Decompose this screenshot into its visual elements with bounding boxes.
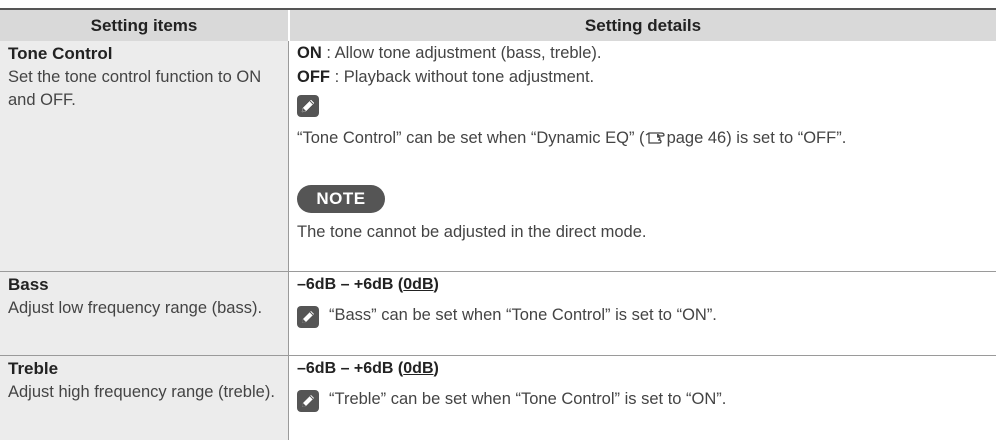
option-on-label: ON bbox=[297, 44, 322, 62]
setting-details-cell: ON : Allow tone adjustment (bass, treble… bbox=[289, 41, 996, 272]
hint-text: “Bass” can be set when “Tone Control” is… bbox=[329, 306, 717, 324]
setting-item-cell: Tone Control Set the tone control functi… bbox=[0, 41, 288, 272]
note-badge: NOTE bbox=[297, 185, 385, 213]
hint-text-before: “Tone Control” can be set when “Dynamic … bbox=[297, 129, 645, 147]
pencil-icon bbox=[297, 306, 319, 328]
hint-text-after: page 46) is set to “OFF”. bbox=[666, 129, 847, 147]
hint-text: “Treble” can be set when “Tone Control” … bbox=[329, 390, 727, 408]
setting-name: Tone Control bbox=[8, 44, 113, 63]
option-on-text: : Allow tone adjustment (bass, treble). bbox=[321, 44, 602, 62]
setting-range: –6dB – +6dB (0dB) bbox=[297, 276, 439, 294]
setting-details-cell: –6dB – +6dB (0dB) “Treble” can be set wh… bbox=[289, 356, 996, 440]
pencil-icon bbox=[297, 95, 319, 117]
setting-item-cell: Bass Adjust low frequency range (bass). bbox=[0, 272, 288, 356]
range-text: –6dB – +6dB ( bbox=[297, 360, 404, 377]
setting-description: Adjust high frequency range (treble). bbox=[8, 383, 275, 401]
setting-item-cell: Treble Adjust high frequency range (treb… bbox=[0, 356, 288, 440]
bass-hint: “Bass” can be set when “Tone Control” is… bbox=[297, 306, 987, 330]
note-text: The tone cannot be adjusted in the direc… bbox=[297, 223, 647, 241]
option-on: ON : Allow tone adjustment (bass, treble… bbox=[297, 44, 601, 63]
range-default: 0dB bbox=[403, 276, 434, 293]
setting-description: Set the tone control function to ON and … bbox=[8, 68, 262, 109]
setting-name: Bass bbox=[8, 275, 49, 294]
range-default: 0dB bbox=[403, 360, 434, 377]
setting-details-cell: –6dB – +6dB (0dB) “Bass” can be set when… bbox=[289, 272, 996, 356]
range-close: ) bbox=[433, 276, 439, 293]
treble-hint: “Treble” can be set when “Tone Control” … bbox=[297, 390, 987, 414]
header-setting-details: Setting details bbox=[584, 16, 702, 35]
setting-description: Adjust low frequency range (bass). bbox=[8, 299, 263, 317]
table-row-tone-control: Tone Control Set the tone control functi… bbox=[0, 41, 996, 272]
settings-table: Setting items Setting details Tone Contr… bbox=[0, 8, 996, 440]
tone-control-hint: “Tone Control” can be set when “Dynamic … bbox=[297, 127, 987, 150]
option-off-label: OFF bbox=[297, 68, 330, 86]
option-off: OFF : Playback without tone adjustment. bbox=[297, 68, 594, 87]
table-row-treble: Treble Adjust high frequency range (treb… bbox=[0, 356, 996, 440]
header-setting-items: Setting items bbox=[90, 16, 198, 35]
table-row-bass: Bass Adjust low frequency range (bass). … bbox=[0, 272, 996, 356]
setting-range: –6dB – +6dB (0dB) bbox=[297, 360, 439, 378]
range-text: –6dB – +6dB ( bbox=[297, 276, 404, 293]
pencil-icon bbox=[297, 390, 319, 412]
setting-name: Treble bbox=[8, 359, 59, 378]
option-off-text: : Playback without tone adjustment. bbox=[330, 68, 595, 86]
range-close: ) bbox=[433, 360, 439, 377]
pointing-hand-icon bbox=[645, 132, 665, 144]
